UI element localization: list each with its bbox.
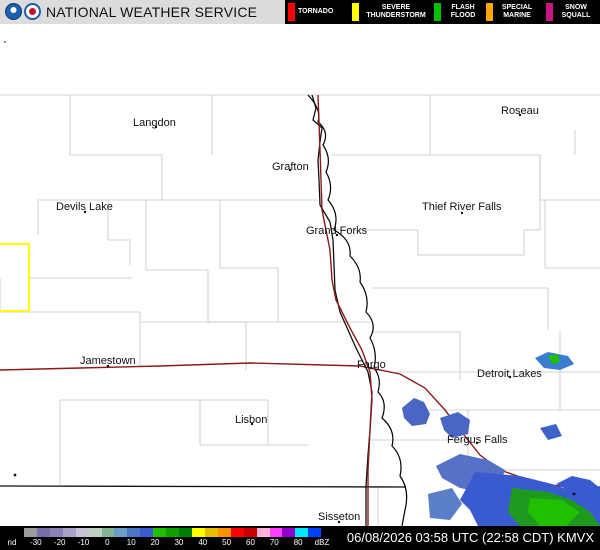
colorbar-swatch bbox=[49, 528, 63, 537]
noaa-logo-icon bbox=[5, 3, 22, 20]
colorbar-tick-label: 10 bbox=[126, 538, 136, 547]
colorbar-swatch bbox=[191, 528, 205, 537]
colorbar-tick-label: 40 bbox=[198, 538, 208, 547]
legend-item-snow-squall: SNOW SQUALL bbox=[543, 0, 600, 24]
colorbar-swatch bbox=[204, 528, 218, 537]
colorbar-ticks: nd -30 -20 -10 0 10 20 30 40 50 60 70 80 dBZ bbox=[0, 538, 336, 550]
legend-item-severe-thunderstorm: SEVERE THUNDERSTORM bbox=[349, 0, 431, 24]
city-label: Lisbon bbox=[235, 414, 268, 426]
legend-swatch-flash-flood bbox=[434, 3, 441, 21]
warning-legend: TORNADO SEVERE THUNDERSTORM FLASH FLOOD … bbox=[285, 0, 600, 24]
colorbar-tick-label: 30 bbox=[174, 538, 184, 547]
colorbar-tick-label: nd bbox=[7, 538, 17, 547]
reflectivity-colorbar: nd -30 -20 -10 0 10 20 30 40 50 60 70 80 dBZ bbox=[0, 526, 336, 550]
radar-map[interactable]: Langdon Roseau Grafton Devils Lake Thief… bbox=[0, 24, 600, 527]
legend-swatch-snow-squall bbox=[546, 3, 553, 21]
legend-label-snow-squall: SNOW SQUALL bbox=[561, 4, 591, 19]
colorbar-tick-label: 60 bbox=[246, 538, 255, 547]
legend-label-severe-thunderstorm: SEVERE THUNDERSTORM bbox=[366, 4, 426, 19]
legend-item-tornado: TORNADO bbox=[285, 0, 349, 24]
legend-swatch-tornado bbox=[288, 3, 295, 21]
colorbar-tick-label: 0 bbox=[105, 538, 110, 547]
colorbar-swatch bbox=[36, 528, 50, 537]
city-label: Grafton bbox=[272, 161, 309, 173]
colorbar-swatches bbox=[24, 528, 335, 537]
colorbar-tick-label: 50 bbox=[222, 538, 232, 547]
city-label: Sisseton bbox=[318, 511, 361, 523]
city-label: Fergus Falls bbox=[447, 434, 508, 446]
colorbar-tick-label: 70 bbox=[269, 538, 279, 547]
colorbar-swatch bbox=[75, 528, 89, 537]
legend-item-flash-flood: FLASH FLOOD bbox=[431, 0, 483, 24]
colorbar-swatch bbox=[282, 528, 296, 537]
colorbar-swatch bbox=[114, 528, 128, 537]
colorbar-swatch bbox=[153, 528, 167, 537]
colorbar-swatch bbox=[308, 528, 322, 537]
city-label: Detroit Lakes bbox=[477, 368, 542, 380]
map-background bbox=[0, 24, 600, 526]
map-svg bbox=[0, 24, 600, 527]
colorbar-tick-label: dBZ bbox=[314, 538, 330, 547]
city-label: Thief River Falls bbox=[422, 201, 502, 213]
colorbar-tick-label: 80 bbox=[293, 538, 303, 547]
city-label: Roseau bbox=[501, 105, 539, 117]
colorbar-swatch bbox=[230, 528, 244, 537]
colorbar-tick-label: 20 bbox=[150, 538, 160, 547]
radar-timestamp: 06/08/2026 03:58 UTC (22:58 CDT) KMVX bbox=[346, 530, 594, 545]
colorbar-tick-label: -20 bbox=[53, 538, 66, 547]
colorbar-swatch bbox=[140, 528, 154, 537]
colorbar-swatch bbox=[269, 528, 283, 537]
radar-site-marker bbox=[4, 41, 6, 43]
legend-swatch-special-marine bbox=[486, 3, 493, 21]
colorbar-tick-label: -30 bbox=[30, 538, 42, 547]
city-label: Grand Forks bbox=[306, 225, 368, 237]
city-label: Devils Lake bbox=[56, 201, 113, 213]
colorbar-swatch bbox=[127, 528, 141, 537]
colorbar-swatch bbox=[295, 528, 309, 537]
colorbar-swatch bbox=[166, 528, 180, 537]
colorbar-swatch bbox=[321, 528, 335, 537]
colorbar-swatch bbox=[88, 528, 102, 537]
colorbar-swatch bbox=[217, 528, 231, 537]
legend-swatch-severe-thunderstorm bbox=[352, 3, 359, 21]
colorbar-swatch bbox=[179, 528, 192, 537]
city-label: Fargo bbox=[357, 359, 386, 371]
legend-label-tornado: TORNADO bbox=[298, 8, 334, 15]
colorbar-swatch bbox=[24, 528, 37, 537]
colorbar-swatch bbox=[62, 528, 76, 537]
nws-logo-icon bbox=[24, 3, 41, 20]
colorbar-tick-label: -10 bbox=[77, 538, 90, 547]
city-label: Langdon bbox=[133, 117, 176, 129]
legend-label-flash-flood: FLASH FLOOD bbox=[450, 4, 476, 19]
agency-logos bbox=[5, 3, 41, 20]
colorbar-swatch bbox=[256, 528, 270, 537]
header-title: NATIONAL WEATHER SERVICE bbox=[46, 4, 258, 20]
colorbar-swatch bbox=[101, 528, 115, 537]
legend-label-special-marine: SPECIAL MARINE bbox=[501, 4, 533, 19]
legend-item-special-marine: SPECIAL MARINE bbox=[483, 0, 543, 24]
city-label: Jamestown bbox=[80, 355, 136, 367]
footer-bar: nd -30 -20 -10 0 10 20 30 40 50 60 70 80 dBZ 06/08/20… bbox=[0, 526, 600, 550]
colorbar-swatch bbox=[243, 528, 257, 537]
